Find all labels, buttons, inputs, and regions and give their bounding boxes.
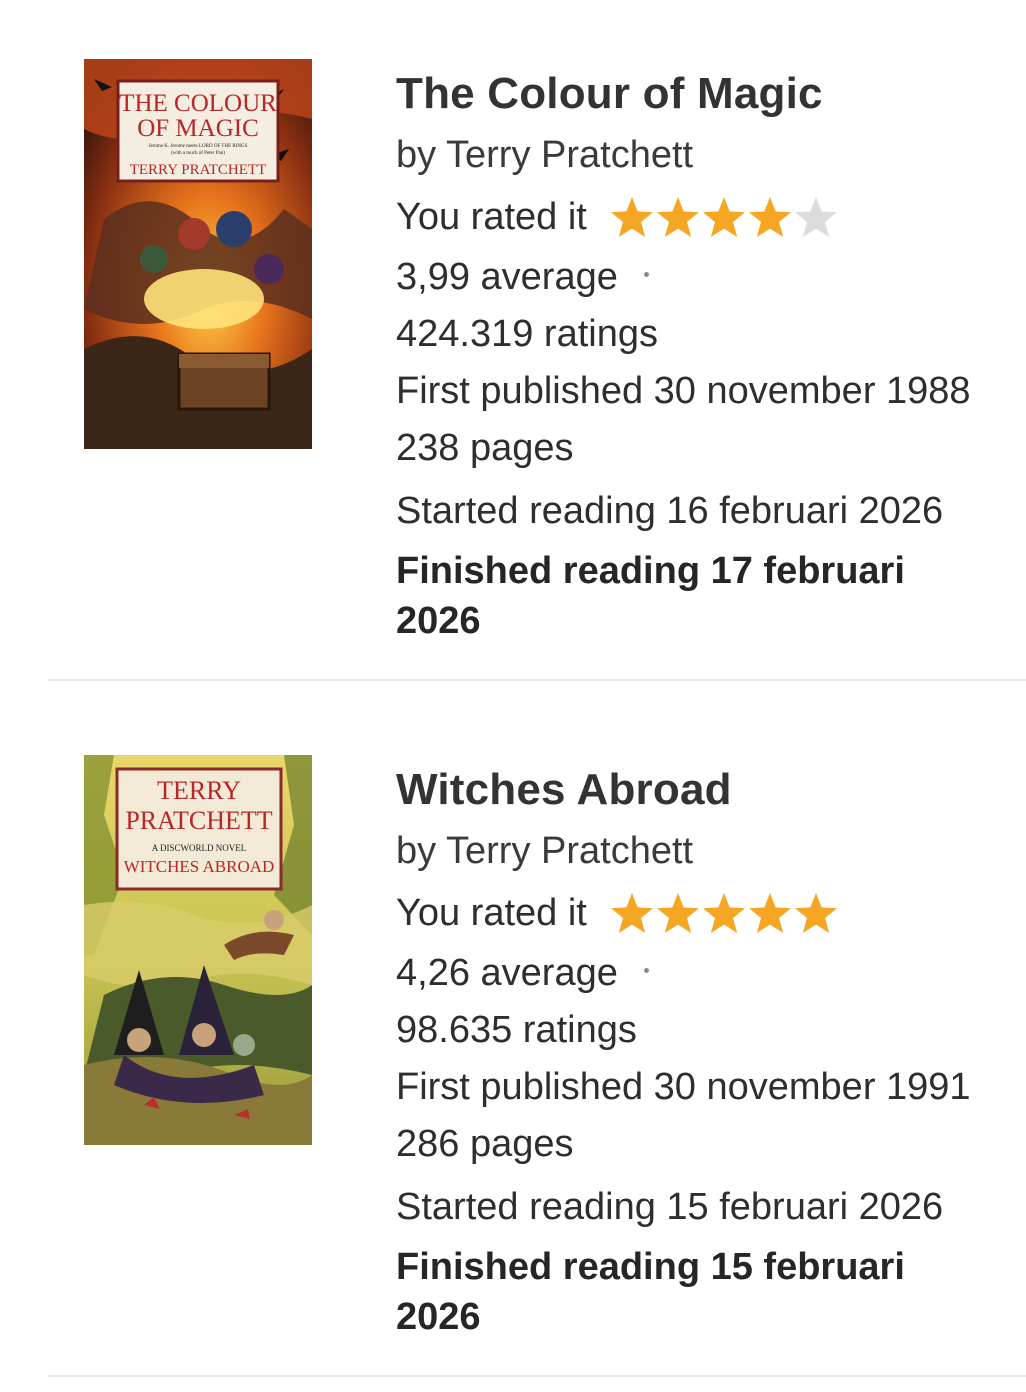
average-rating-row: 4,26 average <box>396 945 1026 1002</box>
user-rating-row: You rated it <box>396 185 1026 249</box>
star-empty-icon[interactable] <box>793 195 839 239</box>
book-info: The Colour of Magic by Terry Pratchett Y… <box>396 68 1026 646</box>
cover-tagline1: A DISCWORLD NOVEL <box>152 843 247 853</box>
rated-label: You rated it <box>396 195 587 238</box>
star-filled-icon[interactable] <box>655 195 701 239</box>
book-author[interactable]: by Terry Pratchett <box>396 821 1026 881</box>
star-filled-icon[interactable] <box>747 195 793 239</box>
cover-title-line1: THE COLOUR <box>119 90 277 117</box>
rated-label: You rated it <box>396 891 587 934</box>
cover-tagline2: WITCHES ABROAD <box>124 857 275 876</box>
colour-of-magic-cover-art: THE COLOUR OF MAGIC Jerome K. Jerome mee… <box>84 59 312 449</box>
book-cover[interactable]: THE COLOUR OF MAGIC Jerome K. Jerome mee… <box>84 59 312 449</box>
star-rating[interactable] <box>609 891 839 935</box>
separator-dot <box>643 272 649 278</box>
cover-author: TERRY PRATCHETT <box>130 162 267 178</box>
star-filled-icon[interactable] <box>701 195 747 239</box>
cover-title-line2: OF MAGIC <box>137 115 259 142</box>
first-published: First published 30 november 1988 <box>396 370 971 412</box>
average-rating: 4,26 average <box>396 952 618 994</box>
book-info: Witches Abroad by Terry Pratchett You ra… <box>396 764 1026 1342</box>
ratings-count: 98.635 ratings <box>396 1009 637 1051</box>
cover-tagline2: (with a touch of Peter Pan) <box>171 151 225 156</box>
star-filled-icon[interactable] <box>793 891 839 935</box>
star-filled-icon[interactable] <box>655 891 701 935</box>
book-author[interactable]: by Terry Pratchett <box>396 125 1026 185</box>
finished-reading: Finished reading 15 februari 2026 <box>396 1246 905 1338</box>
average-rating: 3,99 average <box>396 256 618 298</box>
star-filled-icon[interactable] <box>609 195 655 239</box>
started-reading: Started reading 16 februari 2026 <box>396 490 944 532</box>
divider <box>48 679 1026 681</box>
book-entry[interactable]: TERRY PRATCHETT A DISCWORLD NOVEL WITCHE… <box>0 696 1026 1392</box>
star-filled-icon[interactable] <box>701 891 747 935</box>
page-count: 286 pages <box>396 1123 574 1165</box>
cover-tagline1: Jerome K. Jerome meets LORD OF THE RINGS <box>149 144 248 149</box>
star-rating[interactable] <box>609 195 839 239</box>
finished-reading: Finished reading 17 februari 2026 <box>396 550 905 642</box>
witches-abroad-cover-art: TERRY PRATCHETT A DISCWORLD NOVEL WITCHE… <box>84 755 312 1145</box>
cover-title-line2: PRATCHETT <box>125 806 272 835</box>
book-title[interactable]: Witches Abroad <box>396 764 1026 816</box>
star-filled-icon[interactable] <box>609 891 655 935</box>
book-entry[interactable]: THE COLOUR OF MAGIC Jerome K. Jerome mee… <box>0 0 1026 696</box>
book-cover[interactable]: TERRY PRATCHETT A DISCWORLD NOVEL WITCHE… <box>84 755 312 1145</box>
ratings-count: 424.319 ratings <box>396 313 658 355</box>
user-rating-row: You rated it <box>396 881 1026 945</box>
first-published: First published 30 november 1991 <box>396 1066 971 1108</box>
started-reading: Started reading 15 februari 2026 <box>396 1186 944 1228</box>
cover-title-line1: TERRY <box>157 776 241 805</box>
average-rating-row: 3,99 average <box>396 249 1026 306</box>
star-filled-icon[interactable] <box>747 891 793 935</box>
separator-dot <box>643 968 649 974</box>
page-count: 238 pages <box>396 427 574 469</box>
book-title[interactable]: The Colour of Magic <box>396 68 1026 120</box>
